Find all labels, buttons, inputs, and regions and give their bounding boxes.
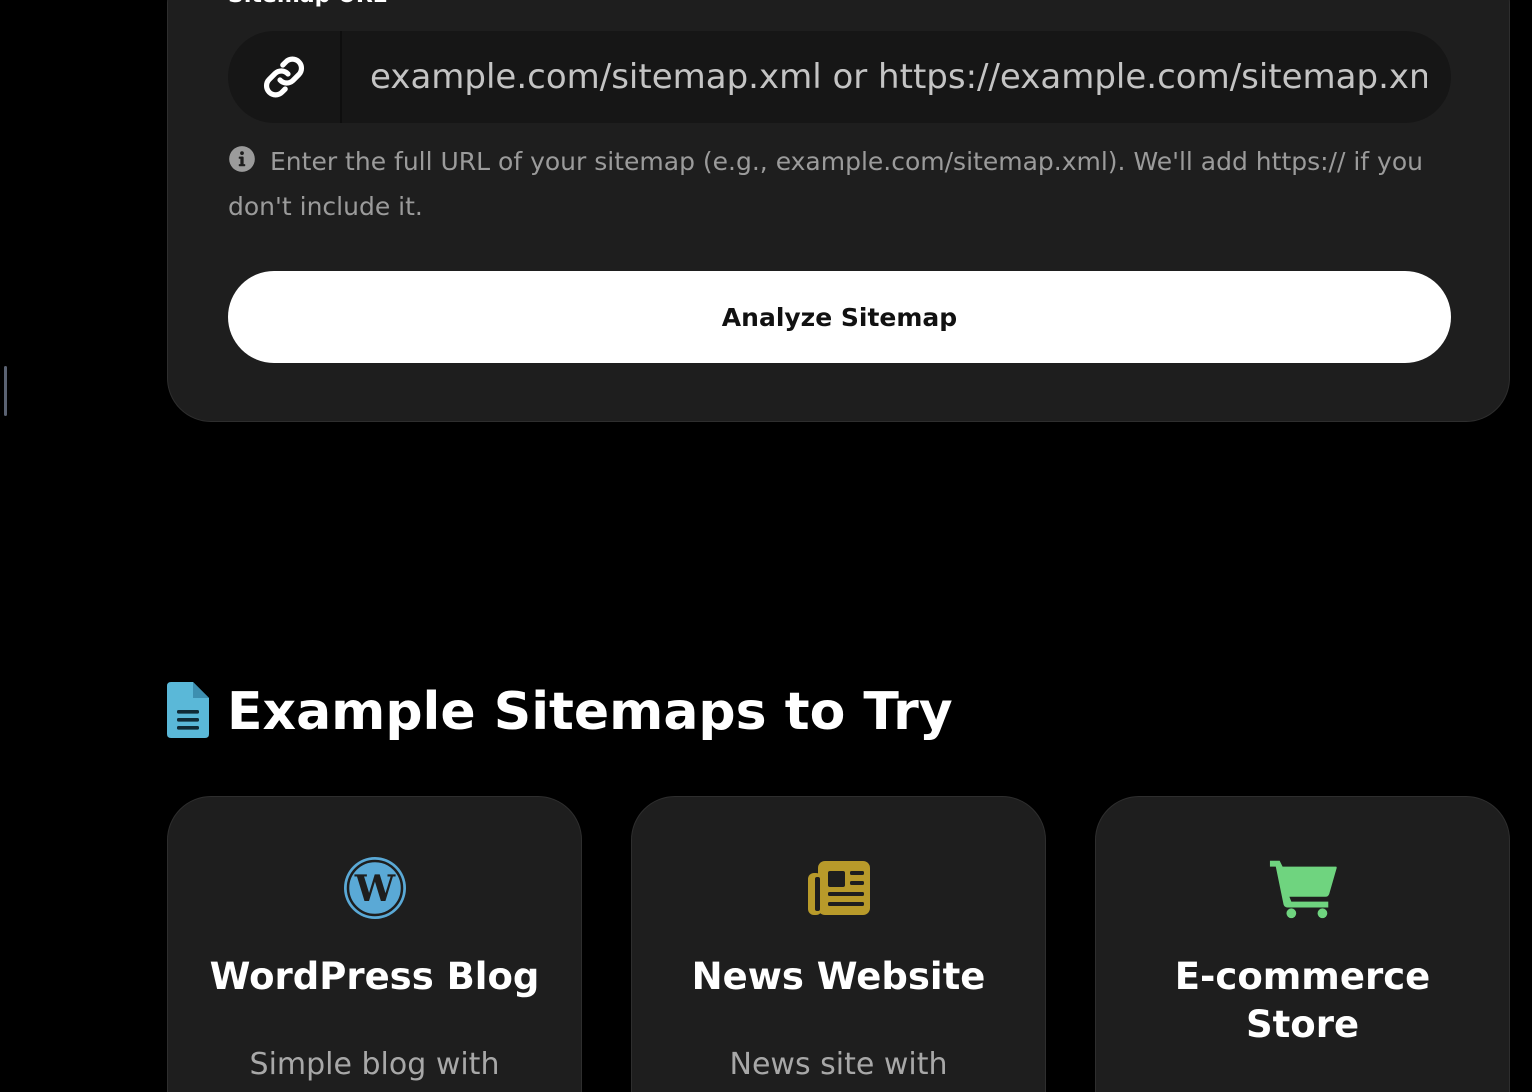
sitemap-url-input[interactable] [342,31,1427,123]
examples-title: Example Sitemaps to Try [227,682,953,742]
card-title: News Website [691,955,986,998]
scroll-indicator[interactable] [4,366,7,416]
example-card-wordpress[interactable]: W WordPress Blog Simple blog with [167,796,582,1092]
card-description: Simple blog with [249,1047,500,1082]
example-card-news[interactable]: News Website News site with [631,796,1046,1092]
link-icon [228,31,342,123]
newspaper-icon [804,855,874,921]
example-card-ecommerce[interactable]: E-commerce Store [1095,796,1510,1092]
examples-heading: Example Sitemaps to Try [165,680,953,744]
svg-text:W: W [353,868,395,910]
info-icon [228,144,256,186]
wordpress-icon: W [340,855,410,921]
card-title: E-commerce Store [1174,955,1431,1046]
card-title: WordPress Blog [209,955,540,998]
file-document-icon [165,680,211,744]
sitemap-url-label: Sitemap URL [228,0,387,8]
shopping-cart-icon [1268,855,1338,921]
help-text-body: Enter the full URL of your sitemap (e.g.… [228,147,1423,221]
page: Sitemap URL Enter the full URL of yo [0,0,1532,1092]
sitemap-form-card: Sitemap URL Enter the full URL of yo [167,0,1510,422]
help-text: Enter the full URL of your sitemap (e.g.… [228,141,1428,228]
card-description: News site with [729,1047,948,1082]
analyze-sitemap-button[interactable]: Analyze Sitemap [228,271,1451,363]
sitemap-url-input-group [228,31,1451,123]
